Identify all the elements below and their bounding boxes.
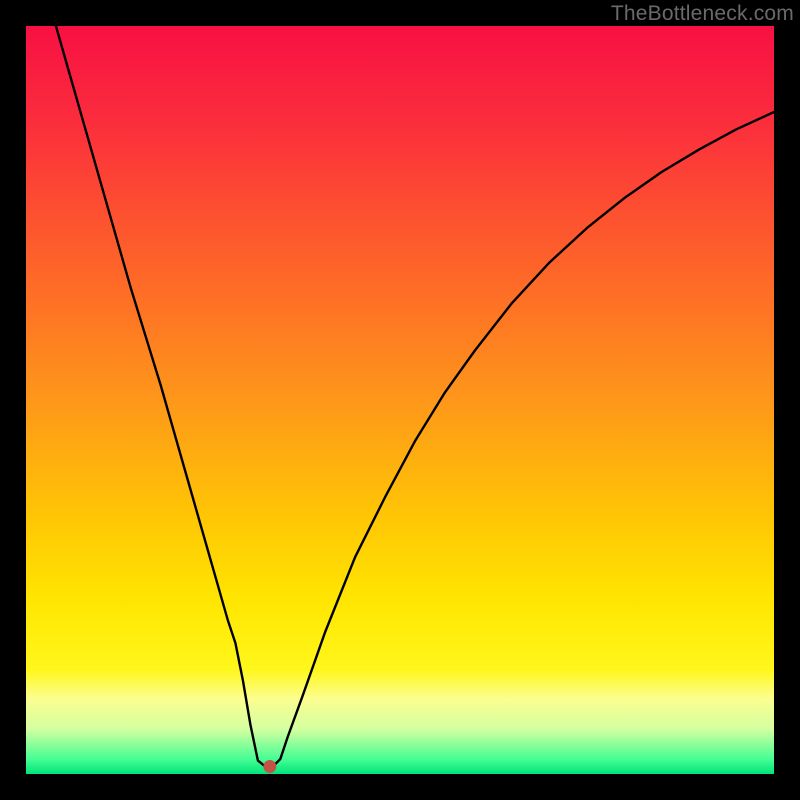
bottleneck-curve (56, 26, 774, 767)
optimal-point-marker (264, 761, 276, 773)
plot-area (26, 26, 774, 774)
chart-svg (26, 26, 774, 774)
watermark-text: TheBottleneck.com (611, 2, 794, 26)
chart-frame: TheBottleneck.com (0, 0, 800, 800)
